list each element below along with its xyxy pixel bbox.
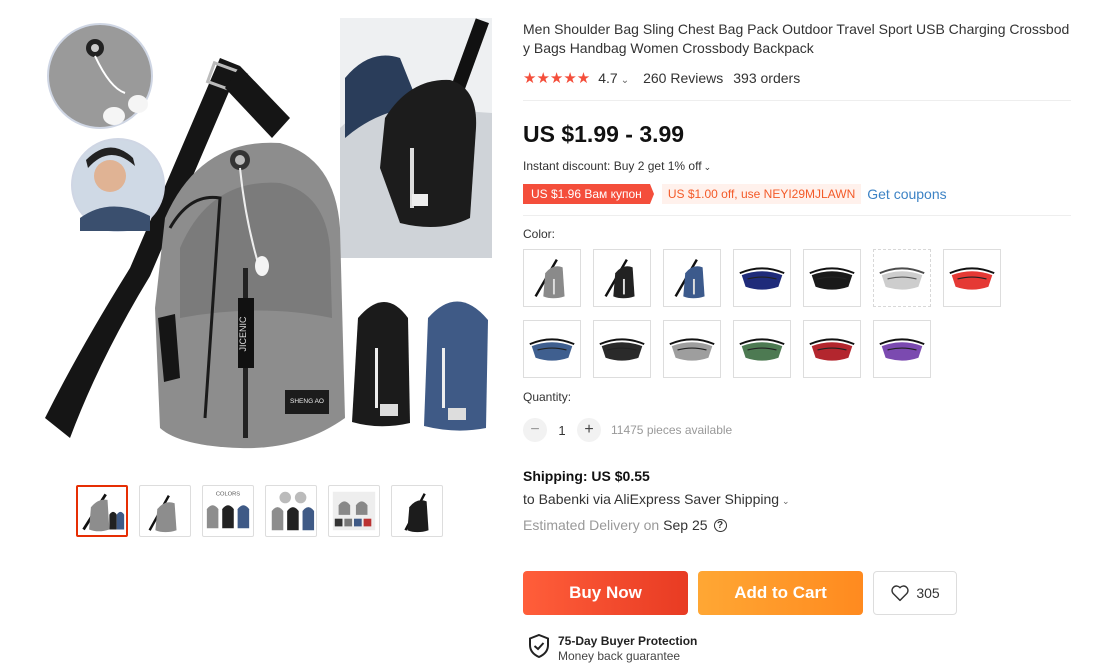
product-title: Men Shoulder Bag Sling Chest Bag Pack Ou… bbox=[523, 21, 1070, 56]
quantity-label: Quantity: bbox=[523, 390, 572, 404]
thumbnail-6[interactable] bbox=[391, 485, 443, 537]
quantity-decrease-button[interactable]: − bbox=[523, 418, 547, 442]
color-swatch-9[interactable] bbox=[593, 320, 651, 378]
reviews-link[interactable]: 260 Reviews bbox=[643, 70, 723, 86]
coupon-code-badge: US $1.00 off, use NEYI29MJLAWN bbox=[661, 184, 862, 204]
thumbnail-2[interactable] bbox=[139, 485, 191, 537]
color-swatch-12[interactable] bbox=[803, 320, 861, 378]
buy-now-button[interactable]: Buy Now bbox=[523, 571, 688, 615]
color-swatch-5[interactable] bbox=[803, 249, 861, 307]
color-swatch-6[interactable] bbox=[873, 249, 931, 307]
color-swatch-4[interactable] bbox=[733, 249, 791, 307]
color-swatch-2[interactable] bbox=[593, 249, 651, 307]
protection-title: 75-Day Buyer Protection bbox=[558, 634, 698, 648]
estimated-delivery: Estimated Delivery on Sep 25 ? bbox=[523, 516, 1075, 534]
chevron-down-icon: ⌄ bbox=[782, 496, 790, 506]
chevron-down-icon: ⌄ bbox=[620, 75, 630, 86]
color-label: Color: bbox=[523, 227, 556, 241]
protection-subtitle: Money back guarantee bbox=[558, 649, 681, 663]
svg-text:JICENIC: JICENIC bbox=[238, 316, 248, 352]
thumbnail-1[interactable] bbox=[76, 485, 128, 537]
thumbnail-4[interactable] bbox=[265, 485, 317, 537]
shipping-title: Shipping: US $0.55 bbox=[523, 468, 650, 484]
color-swatches bbox=[523, 249, 1075, 378]
wishlist-button[interactable]: 305 bbox=[873, 571, 957, 615]
instant-discount[interactable]: Instant discount: Buy 2 get 1% off ⌄ bbox=[523, 159, 1075, 175]
main-product-image[interactable]: JICENIC SHENG AO bbox=[40, 18, 492, 462]
product-gallery: JICENIC SHENG AO bbox=[40, 18, 492, 462]
svg-text:SHENG AO: SHENG AO bbox=[290, 398, 324, 405]
rating-value[interactable]: 4.7 ⌄ bbox=[598, 70, 629, 86]
star-rating-icon: ★★★★★ bbox=[523, 70, 591, 87]
shipping-method[interactable]: to Babenki via AliExpress Saver Shipping… bbox=[523, 491, 1075, 509]
thumbnail-strip: COLORS bbox=[76, 485, 443, 537]
shield-check-icon bbox=[529, 634, 549, 658]
quantity-increase-button[interactable]: + bbox=[577, 418, 601, 442]
wishlist-count: 305 bbox=[916, 585, 940, 601]
color-swatch-7[interactable] bbox=[943, 249, 1001, 307]
divider bbox=[523, 215, 1071, 216]
divider bbox=[523, 100, 1071, 101]
add-to-cart-button[interactable]: Add to Cart bbox=[698, 571, 863, 615]
color-swatch-10[interactable] bbox=[663, 320, 721, 378]
pieces-available: 11475 pieces available bbox=[611, 423, 733, 437]
color-swatch-3[interactable] bbox=[663, 249, 721, 307]
quantity-stepper: − 1 + 11475 pieces available bbox=[523, 418, 1075, 442]
quantity-value[interactable]: 1 bbox=[547, 423, 577, 438]
buyer-protection: 75-Day Buyer Protection Money back guara… bbox=[528, 634, 697, 664]
get-coupons-link[interactable]: Get coupons bbox=[867, 186, 946, 202]
orders-count: 393 orders bbox=[733, 70, 801, 86]
svg-text:COLORS: COLORS bbox=[216, 492, 240, 498]
coupon-badge[interactable]: US $1.96 Вам купон bbox=[523, 184, 654, 204]
thumbnail-3[interactable]: COLORS bbox=[202, 485, 254, 537]
color-swatch-8[interactable] bbox=[523, 320, 581, 378]
coupons-row: US $1.96 Вам купон US $1.00 off, use NEY… bbox=[523, 183, 1075, 205]
rating-row: ★★★★★ 4.7 ⌄ 260 Reviews 393 orders bbox=[523, 68, 1075, 88]
help-icon[interactable]: ? bbox=[713, 518, 727, 532]
color-swatch-13[interactable] bbox=[873, 320, 931, 378]
color-swatch-1[interactable] bbox=[523, 249, 581, 307]
chevron-down-icon: ⌄ bbox=[703, 162, 712, 172]
heart-icon bbox=[891, 585, 910, 602]
thumbnail-5[interactable] bbox=[328, 485, 380, 537]
action-buttons: Buy Now Add to Cart 305 bbox=[523, 571, 957, 615]
product-info: Men Shoulder Bag Sling Chest Bag Pack Ou… bbox=[523, 20, 1075, 534]
price: US $1.99 - 3.99 bbox=[523, 121, 685, 147]
color-swatch-11[interactable] bbox=[733, 320, 791, 378]
delivery-date: Sep 25 bbox=[663, 517, 708, 533]
